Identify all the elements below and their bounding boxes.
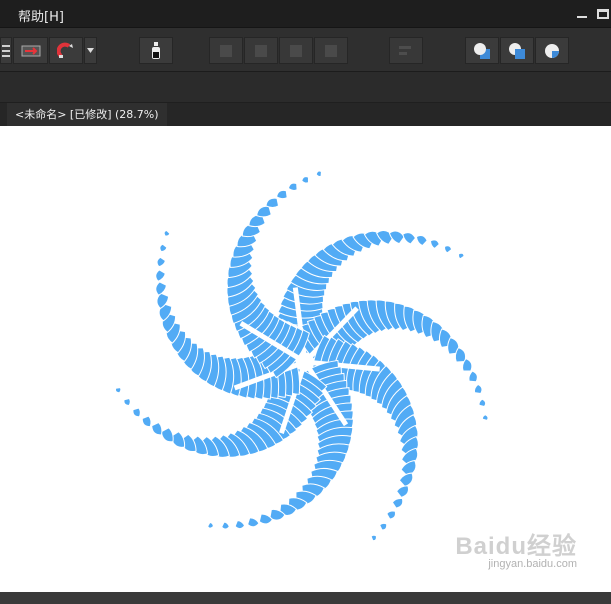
shape-intersect-button[interactable] bbox=[535, 37, 569, 64]
align-icon bbox=[2, 44, 10, 57]
star-segment[interactable] bbox=[221, 521, 230, 531]
spiral-star-artwork[interactable] bbox=[0, 126, 611, 592]
menu-help[interactable]: 帮助[H] bbox=[18, 6, 64, 25]
status-bar bbox=[0, 592, 611, 604]
star-segment[interactable] bbox=[153, 269, 166, 282]
arrow-panel-icon bbox=[21, 45, 40, 56]
watermark: Baidu经验 jingyan.baidu.com bbox=[455, 526, 577, 570]
arrange-icon bbox=[220, 44, 232, 57]
star-segment[interactable] bbox=[132, 407, 142, 418]
shape-subtract-icon bbox=[509, 42, 525, 59]
star-segment[interactable] bbox=[207, 521, 215, 529]
drawing-canvas[interactable]: Baidu经验 jingyan.baidu.com bbox=[0, 126, 611, 592]
star-segment[interactable] bbox=[114, 387, 122, 394]
chevron-down-icon bbox=[87, 48, 94, 53]
star-segment[interactable] bbox=[478, 398, 487, 408]
arrange-icon bbox=[255, 44, 267, 57]
arrange-icon bbox=[290, 44, 302, 57]
fill-button[interactable] bbox=[139, 37, 173, 64]
minimize-icon[interactable] bbox=[577, 16, 587, 18]
align-button[interactable] bbox=[0, 37, 12, 64]
star-segment[interactable] bbox=[379, 522, 389, 531]
star-segment[interactable] bbox=[370, 534, 378, 542]
document-tab[interactable]: <未命名> [已修改] (28.7%) bbox=[7, 103, 167, 126]
arrange-forward-button[interactable] bbox=[279, 37, 313, 64]
arrange-front-button[interactable] bbox=[314, 37, 348, 64]
star-segment[interactable] bbox=[158, 243, 168, 253]
star-segment[interactable] bbox=[275, 189, 288, 200]
bottle-icon bbox=[152, 41, 160, 59]
shape-union-icon bbox=[474, 42, 490, 59]
star-segment[interactable] bbox=[443, 244, 453, 254]
document-tab-bar: <未命名> [已修改] (28.7%) bbox=[0, 103, 611, 126]
magnet-icon bbox=[57, 42, 73, 58]
star-segment[interactable] bbox=[234, 520, 246, 530]
shape-intersect-icon bbox=[545, 43, 559, 58]
star-segment[interactable] bbox=[153, 281, 167, 296]
watermark-brand: Baidu经验 bbox=[455, 533, 577, 560]
arrange-backward-button[interactable] bbox=[244, 37, 278, 64]
distribute-button[interactable] bbox=[389, 37, 423, 64]
star-segment[interactable] bbox=[287, 182, 298, 191]
star-segment[interactable] bbox=[247, 517, 260, 528]
star-segment[interactable] bbox=[414, 233, 428, 247]
star-segment[interactable] bbox=[123, 397, 131, 406]
star-segment[interactable] bbox=[468, 370, 478, 383]
window-controls bbox=[577, 0, 611, 28]
star-segment[interactable] bbox=[391, 496, 405, 509]
star-segment[interactable] bbox=[473, 383, 483, 395]
star-segment[interactable] bbox=[315, 170, 322, 177]
star-segment[interactable] bbox=[481, 414, 489, 421]
snap-options-dropdown[interactable] bbox=[84, 37, 97, 64]
star-segment[interactable] bbox=[386, 509, 398, 520]
maximize-icon[interactable] bbox=[597, 9, 609, 19]
menubar: 帮助[H] bbox=[0, 0, 611, 28]
arrange-icon bbox=[325, 44, 337, 57]
arrange-back-button[interactable] bbox=[209, 37, 243, 64]
star-segment[interactable] bbox=[429, 237, 440, 250]
star-segment[interactable] bbox=[457, 252, 465, 260]
snap-panel-button[interactable] bbox=[13, 37, 48, 64]
star-segment[interactable] bbox=[163, 229, 171, 237]
star-segment[interactable] bbox=[155, 256, 166, 268]
shape-union-button[interactable] bbox=[465, 37, 499, 64]
star-segment[interactable] bbox=[141, 415, 153, 429]
star-segment[interactable] bbox=[301, 176, 309, 184]
property-bar bbox=[0, 72, 611, 103]
toolbar bbox=[0, 28, 611, 72]
snap-button[interactable] bbox=[49, 37, 83, 64]
shape-subtract-button[interactable] bbox=[500, 37, 534, 64]
distribute-icon bbox=[399, 45, 411, 55]
